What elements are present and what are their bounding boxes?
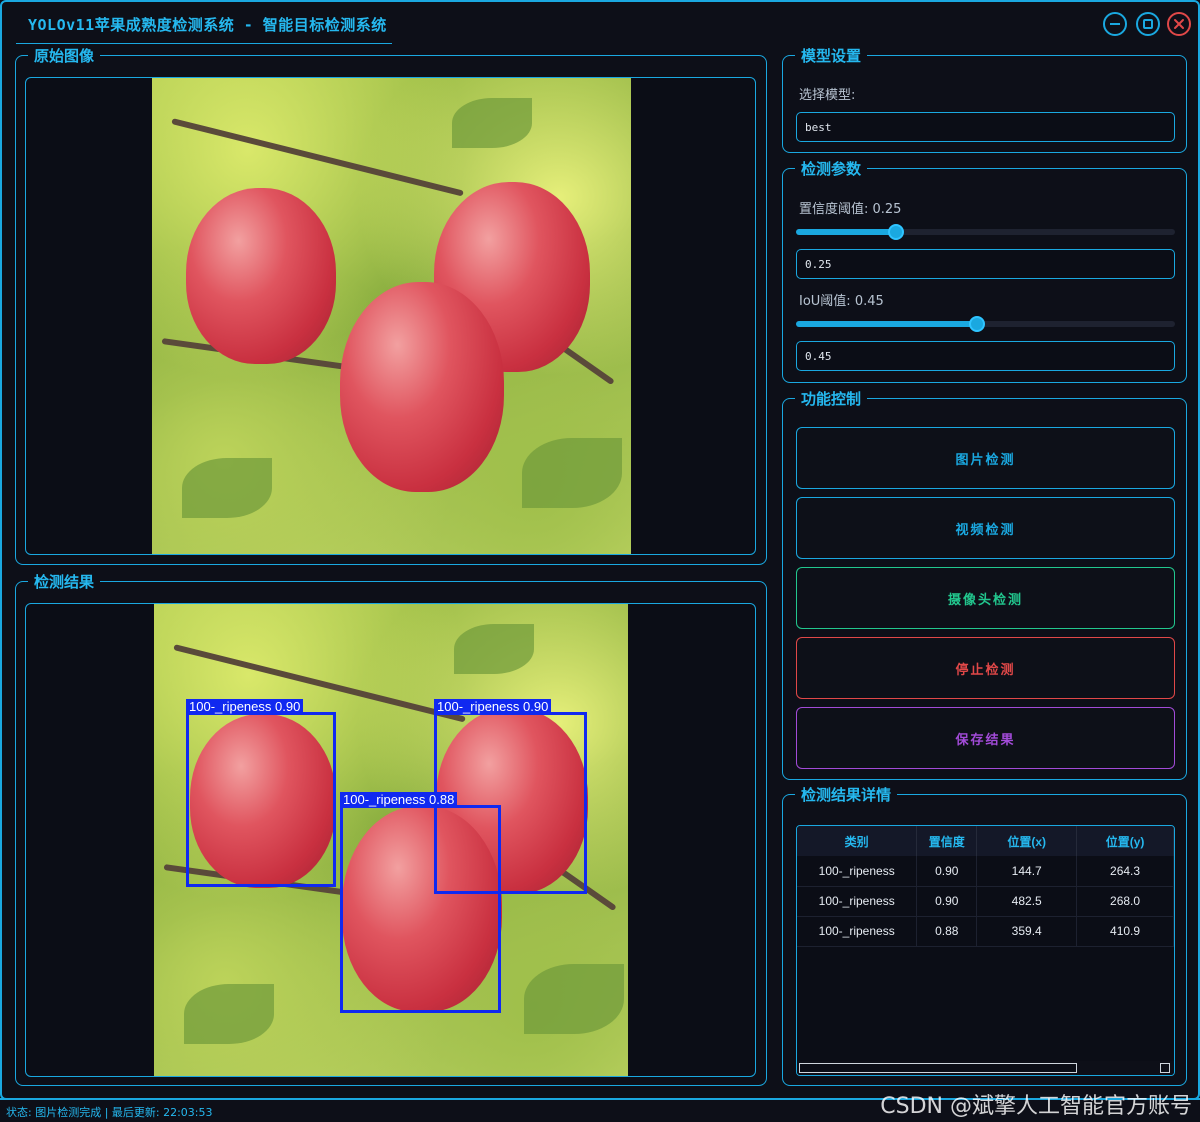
table-cell: 410.9 [1076, 916, 1174, 947]
table-cell: 268.0 [1076, 886, 1174, 917]
maximize-button[interactable] [1136, 12, 1160, 36]
close-button[interactable] [1167, 12, 1191, 36]
column-header[interactable]: 置信度 [916, 826, 978, 856]
table-cell: 144.7 [976, 856, 1078, 887]
slider-fill [796, 321, 977, 327]
minimize-icon [1110, 23, 1120, 25]
scrollbar-end-icon[interactable] [1160, 1063, 1170, 1073]
table-cell: 0.90 [916, 886, 978, 917]
scrollbar-thumb[interactable] [799, 1063, 1077, 1073]
camera-detect-button[interactable]: 摄像头检测 [796, 567, 1175, 629]
video-detect-button[interactable]: 视频检测 [796, 497, 1175, 559]
iou-input[interactable]: 0.45 [796, 341, 1175, 371]
result-image-title: 检测结果 [28, 572, 101, 592]
detection-label: 100-_ripeness 0.90 [186, 699, 304, 715]
slider-handle[interactable] [888, 224, 904, 240]
table-cell: 100-_ripeness [797, 886, 918, 917]
detection-params-title: 检测参数 [795, 159, 868, 179]
result-details-group: 检测结果详情 类别 置信度 位置(x) 位置(y) 100-_ripeness … [782, 785, 1187, 1086]
minimize-button[interactable] [1103, 12, 1127, 36]
detection-box: 100-_ripeness 0.88 [340, 792, 501, 1013]
save-result-button[interactable]: 保存结果 [796, 707, 1175, 769]
table-row[interactable]: 100-_ripeness 0.90 144.7 264.3 [797, 856, 1174, 887]
column-header[interactable]: 类别 [797, 826, 918, 856]
maximize-icon [1143, 19, 1153, 29]
detection-label: 100-_ripeness 0.90 [434, 699, 552, 715]
title-bar: YOLOv11苹果成熟度检测系统 - 智能目标检测系统 [2, 2, 1198, 44]
model-settings-group: 模型设置 选择模型: best [782, 46, 1187, 153]
table-row[interactable]: 100-_ripeness 0.90 482.5 268.0 [797, 886, 1174, 917]
horizontal-scrollbar[interactable] [797, 1061, 1174, 1075]
main-window: YOLOv11苹果成熟度检测系统 - 智能目标检测系统 原始图像 检测结果 10… [0, 0, 1200, 1100]
detection-label: 100-_ripeness 0.88 [340, 792, 458, 808]
iou-slider[interactable] [796, 316, 1175, 332]
detection-box: 100-_ripeness 0.90 [186, 699, 336, 887]
status-bar: 状态: 图片检测完成 | 最后更新: 22:03:53 [6, 1106, 213, 1119]
stop-detect-button[interactable]: 停止检测 [796, 637, 1175, 699]
iou-label: IoU阈值: 0.45 [799, 294, 884, 309]
model-select[interactable]: best [796, 112, 1175, 142]
slider-handle[interactable] [969, 316, 985, 332]
table-cell: 100-_ripeness [797, 856, 918, 887]
table-cell: 0.90 [916, 856, 978, 887]
result-image-group: 检测结果 100-_ripeness 0.90 100-_ripeness 0.… [15, 572, 767, 1086]
function-control-group: 功能控制 图片检测 视频检测 摄像头检测 停止检测 保存结果 [782, 389, 1187, 780]
confidence-label: 置信度阈值: 0.25 [799, 202, 902, 217]
window-title: YOLOv11苹果成熟度检测系统 - 智能目标检测系统 [28, 16, 387, 34]
original-image-frame [25, 77, 756, 555]
table-cell: 100-_ripeness [797, 916, 918, 947]
slider-fill [796, 229, 896, 235]
column-header[interactable]: 位置(x) [976, 826, 1078, 856]
watermark: CSDN @斌擎人工智能官方账号 [880, 1094, 1192, 1119]
result-table: 类别 置信度 位置(x) 位置(y) 100-_ripeness 0.90 14… [797, 826, 1174, 947]
original-apple-image [152, 78, 631, 554]
table-cell: 482.5 [976, 886, 1078, 917]
result-apple-image: 100-_ripeness 0.90 100-_ripeness 0.90 10… [154, 604, 628, 1076]
result-table-container: 类别 置信度 位置(x) 位置(y) 100-_ripeness 0.90 14… [796, 825, 1175, 1076]
table-cell: 359.4 [976, 916, 1078, 947]
confidence-slider[interactable] [796, 224, 1175, 240]
table-header-row: 类别 置信度 位置(x) 位置(y) [797, 826, 1174, 856]
result-image-frame: 100-_ripeness 0.90 100-_ripeness 0.90 10… [25, 603, 756, 1077]
image-detect-button[interactable]: 图片检测 [796, 427, 1175, 489]
result-details-title: 检测结果详情 [795, 785, 898, 805]
original-image-group: 原始图像 [15, 46, 767, 565]
original-image-title: 原始图像 [28, 46, 101, 66]
function-control-title: 功能控制 [795, 389, 868, 409]
model-select-label: 选择模型: [799, 88, 856, 103]
table-row[interactable]: 100-_ripeness 0.88 359.4 410.9 [797, 916, 1174, 947]
table-cell: 0.88 [916, 916, 978, 947]
close-icon [1174, 19, 1184, 29]
table-cell: 264.3 [1076, 856, 1174, 887]
title-underline [16, 43, 392, 44]
model-settings-title: 模型设置 [795, 46, 868, 66]
column-header[interactable]: 位置(y) [1076, 826, 1174, 856]
detection-params-group: 检测参数 置信度阈值: 0.25 0.25 IoU阈值: 0.45 0.45 [782, 159, 1187, 383]
confidence-input[interactable]: 0.25 [796, 249, 1175, 279]
